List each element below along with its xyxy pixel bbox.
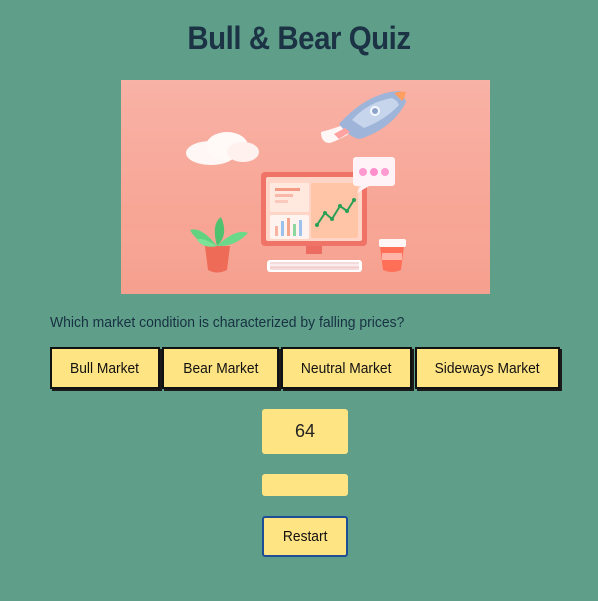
score-display: 64 <box>262 409 348 454</box>
answer-label: Bear Market <box>182 359 259 377</box>
restart-label: Restart <box>282 528 328 545</box>
answer-option-bull-market[interactable]: Bull Market <box>50 347 160 389</box>
answer-label: Sideways Market <box>434 359 541 377</box>
restart-button[interactable]: Restart <box>262 516 348 557</box>
question-text: Which market condition is characterized … <box>50 314 405 331</box>
stock-dashboard-illustration <box>121 80 490 294</box>
answer-option-neutral-market[interactable]: Neutral Market <box>281 347 412 389</box>
answer-option-sideways-market[interactable]: Sideways Market <box>415 347 560 389</box>
hero-illustration <box>121 80 490 294</box>
answer-label: Bull Market <box>70 359 140 377</box>
dashboard-panels <box>270 183 358 239</box>
answer-label: Neutral Market <box>301 359 392 377</box>
feedback-bar <box>262 474 348 496</box>
quiz-title: Bull & Bear Quiz <box>187 20 411 56</box>
answer-option-bear-market[interactable]: Bear Market <box>162 347 279 389</box>
